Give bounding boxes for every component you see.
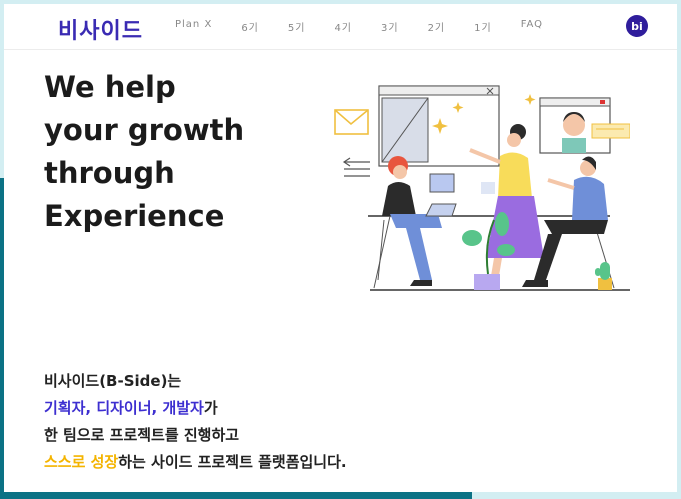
header: 비사이드 Plan X 6기 5기 4기 3기 2기 1기 FAQ bi — [4, 4, 677, 50]
hero-headline: We help your growth through Experience — [44, 66, 244, 238]
description-line: 비사이드(B-Side)는 — [44, 372, 182, 390]
headline-line: through — [44, 156, 175, 190]
description-line: 한 팀으로 프로젝트를 진행하고 — [44, 426, 240, 444]
envelope-icon — [334, 109, 369, 135]
nav-item-plan-x[interactable]: Plan X — [175, 19, 212, 34]
frame-bottom-bar — [0, 492, 472, 499]
nav-item-5[interactable]: 5기 — [288, 19, 306, 34]
avatar[interactable]: bi — [626, 15, 648, 37]
headline-line: Experience — [44, 199, 225, 233]
nav-item-4[interactable]: 4기 — [334, 19, 352, 34]
description: 비사이드(B-Side)는 기획자, 디자이너, 개발자가 한 팀으로 프로젝트… — [44, 368, 347, 476]
nav-item-2[interactable]: 2기 — [428, 19, 446, 34]
team-collaboration-illustration — [334, 85, 630, 291]
nav-item-1[interactable]: 1기 — [474, 19, 492, 34]
main-nav: Plan X 6기 5기 4기 3기 2기 1기 FAQ — [175, 19, 572, 34]
headline-line: We help — [44, 70, 176, 104]
nav-item-3[interactable]: 3기 — [381, 19, 399, 34]
nav-item-faq[interactable]: FAQ — [521, 19, 543, 34]
page: 비사이드 Plan X 6기 5기 4기 3기 2기 1기 FAQ bi We … — [4, 4, 677, 492]
cactus-icon — [595, 262, 612, 290]
arrows-icon — [342, 157, 370, 177]
roles-highlight: 기획자, 디자이너, 개발자 — [44, 399, 204, 417]
description-line: 스스로 성장하는 사이드 프로젝트 플랫폼입니다. — [44, 449, 347, 476]
growth-highlight: 스스로 성장 — [44, 453, 119, 471]
description-suffix: 가 — [203, 399, 218, 417]
description-line: 기획자, 디자이너, 개발자가 — [44, 395, 347, 422]
nav-item-6[interactable]: 6기 — [241, 19, 259, 34]
headline-line: your growth — [44, 113, 245, 147]
description-suffix: 하는 사이드 프로젝트 플랫폼입니다. — [118, 453, 347, 471]
logo[interactable]: 비사이드 — [58, 13, 143, 45]
